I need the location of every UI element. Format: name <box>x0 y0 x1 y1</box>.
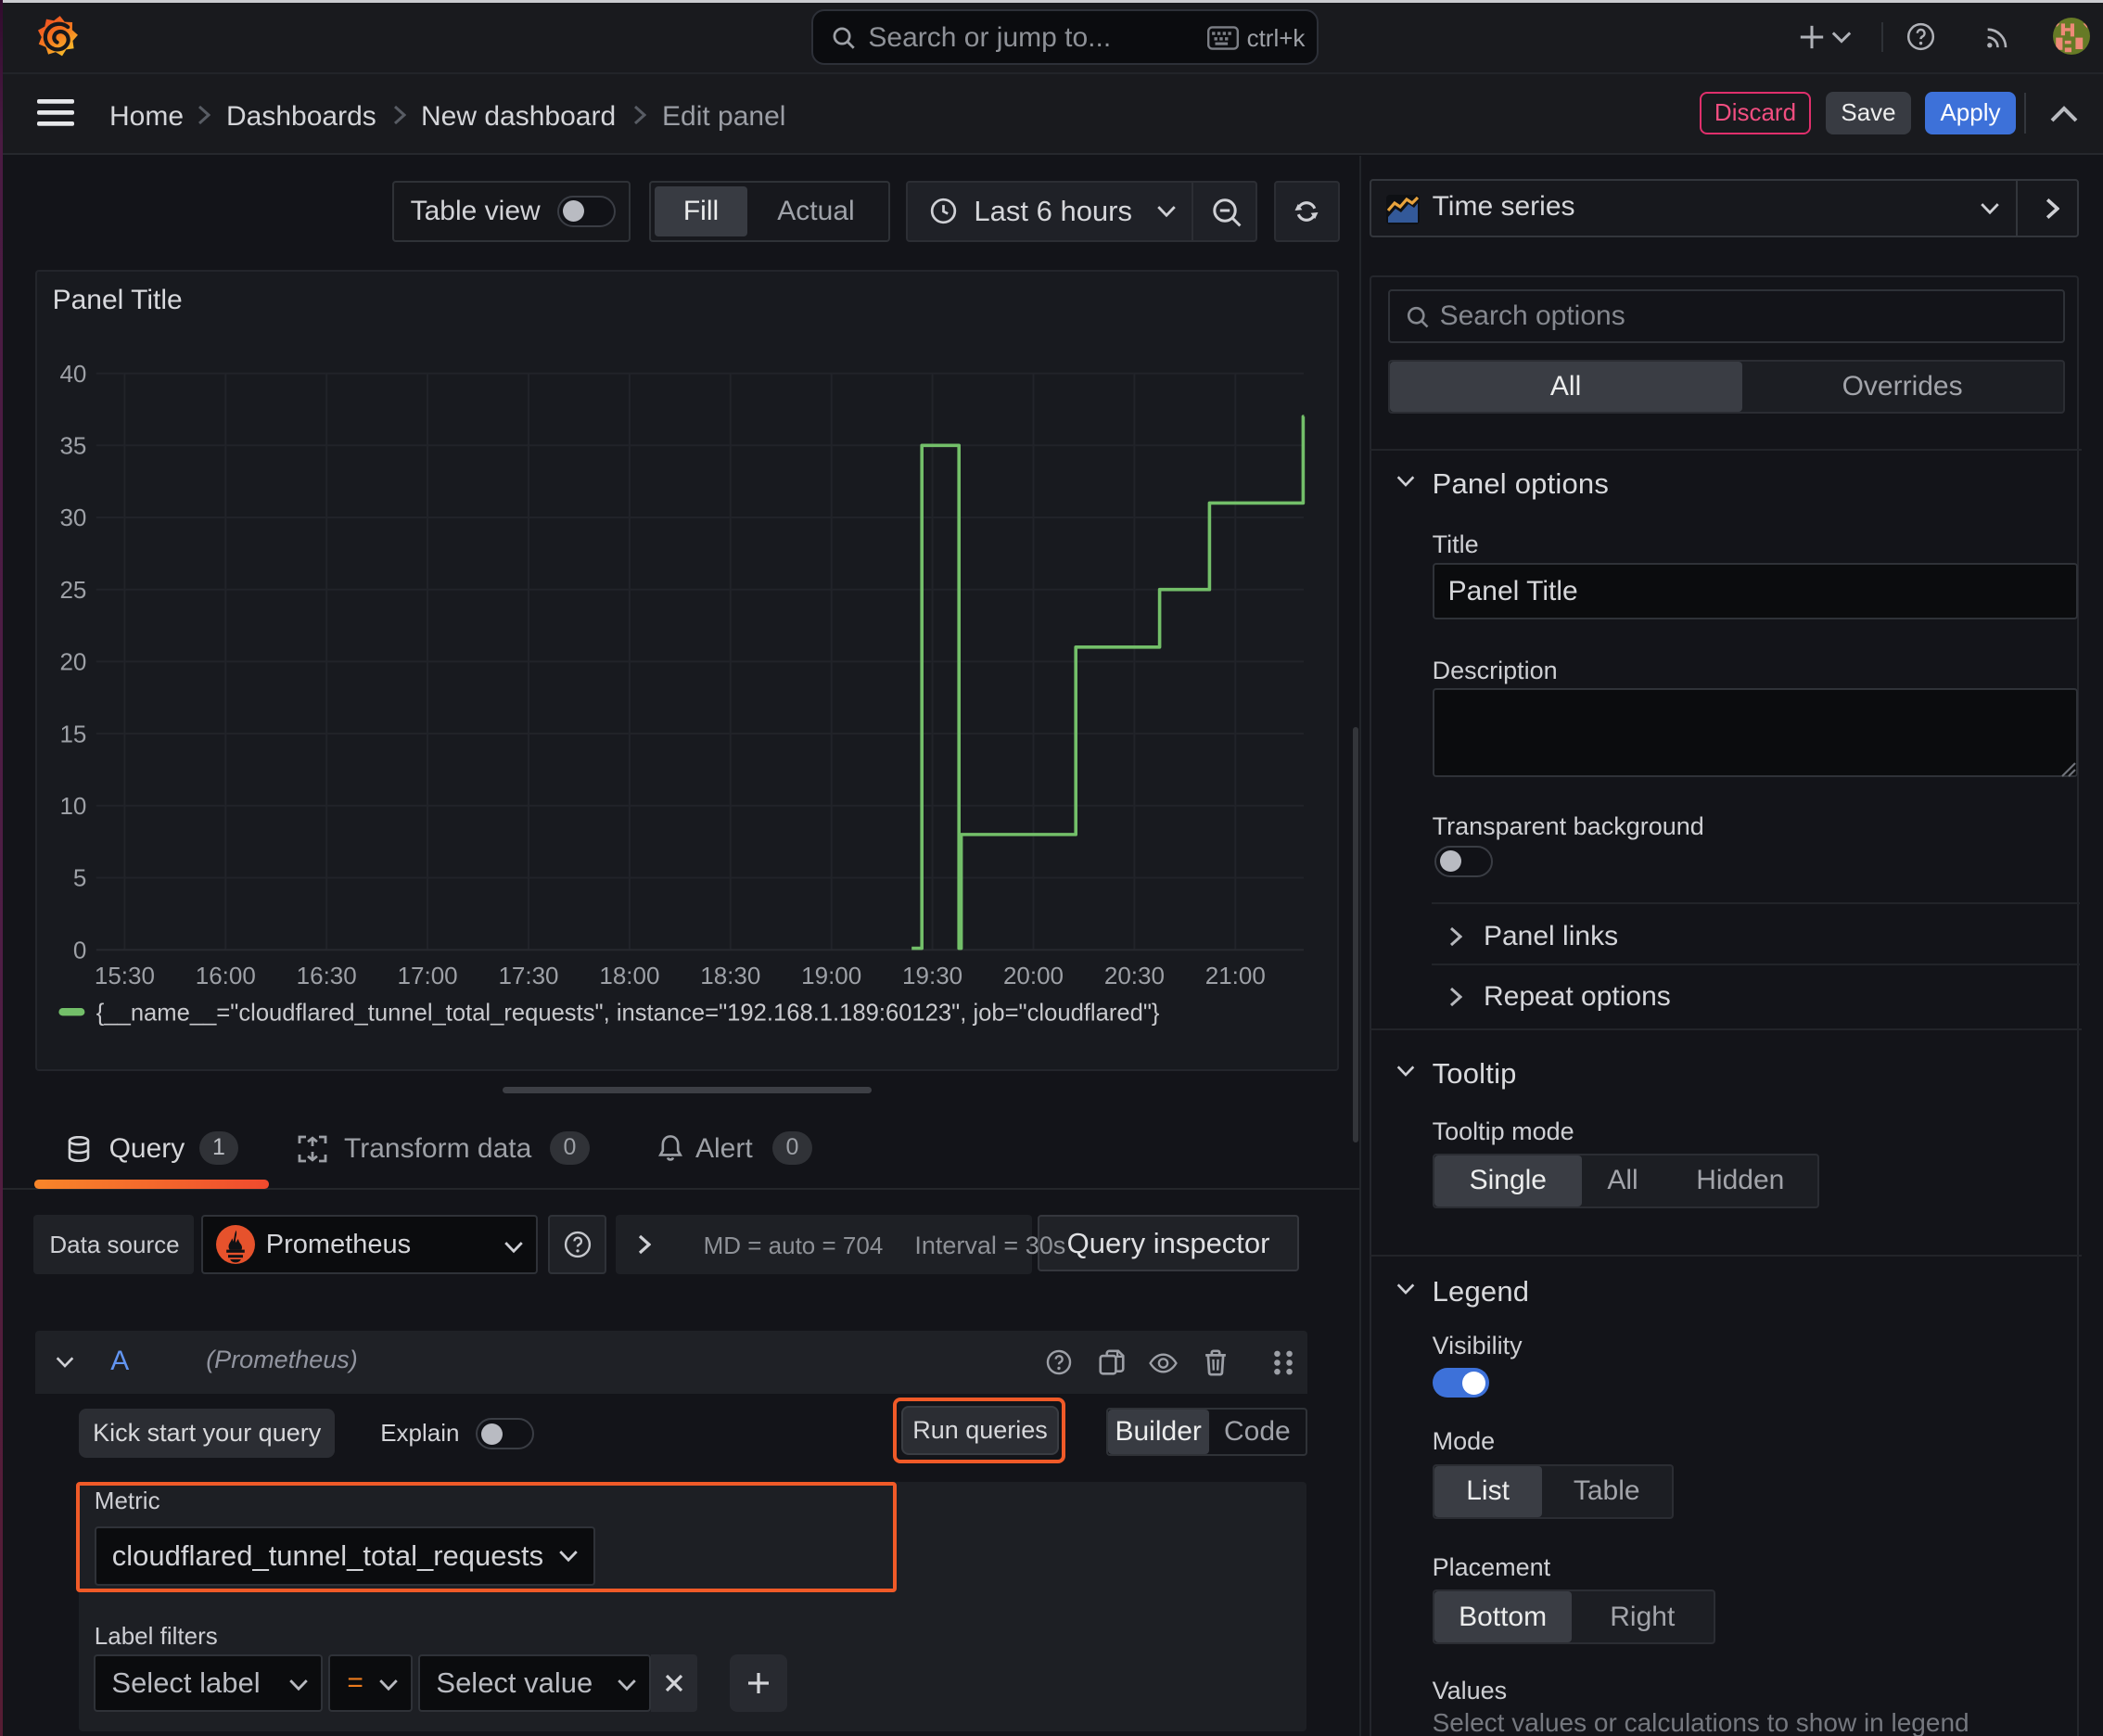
svg-text:20: 20 <box>59 647 86 675</box>
svg-text:21:00: 21:00 <box>1204 962 1265 989</box>
svg-text:16:30: 16:30 <box>296 962 356 989</box>
svg-text:30: 30 <box>59 504 86 531</box>
svg-text:35: 35 <box>59 431 86 459</box>
svg-text:10: 10 <box>59 792 86 820</box>
svg-text:{__name__="cloudflared_tunnel_: {__name__="cloudflared_tunnel_total_requ… <box>96 1000 1159 1026</box>
svg-text:40: 40 <box>59 359 86 387</box>
svg-text:16:00: 16:00 <box>195 962 255 989</box>
svg-text:15:30: 15:30 <box>94 962 154 989</box>
svg-text:20:00: 20:00 <box>1003 962 1064 989</box>
svg-text:17:30: 17:30 <box>498 962 558 989</box>
svg-text:18:30: 18:30 <box>700 962 760 989</box>
svg-text:5: 5 <box>73 863 86 891</box>
svg-text:15: 15 <box>59 720 86 747</box>
svg-text:25: 25 <box>59 575 86 603</box>
svg-text:19:00: 19:00 <box>801 962 861 989</box>
svg-text:19:30: 19:30 <box>902 962 962 989</box>
svg-text:20:30: 20:30 <box>1103 962 1164 989</box>
svg-text:0: 0 <box>73 936 86 964</box>
svg-text:17:00: 17:00 <box>397 962 457 989</box>
svg-text:18:00: 18:00 <box>599 962 659 989</box>
